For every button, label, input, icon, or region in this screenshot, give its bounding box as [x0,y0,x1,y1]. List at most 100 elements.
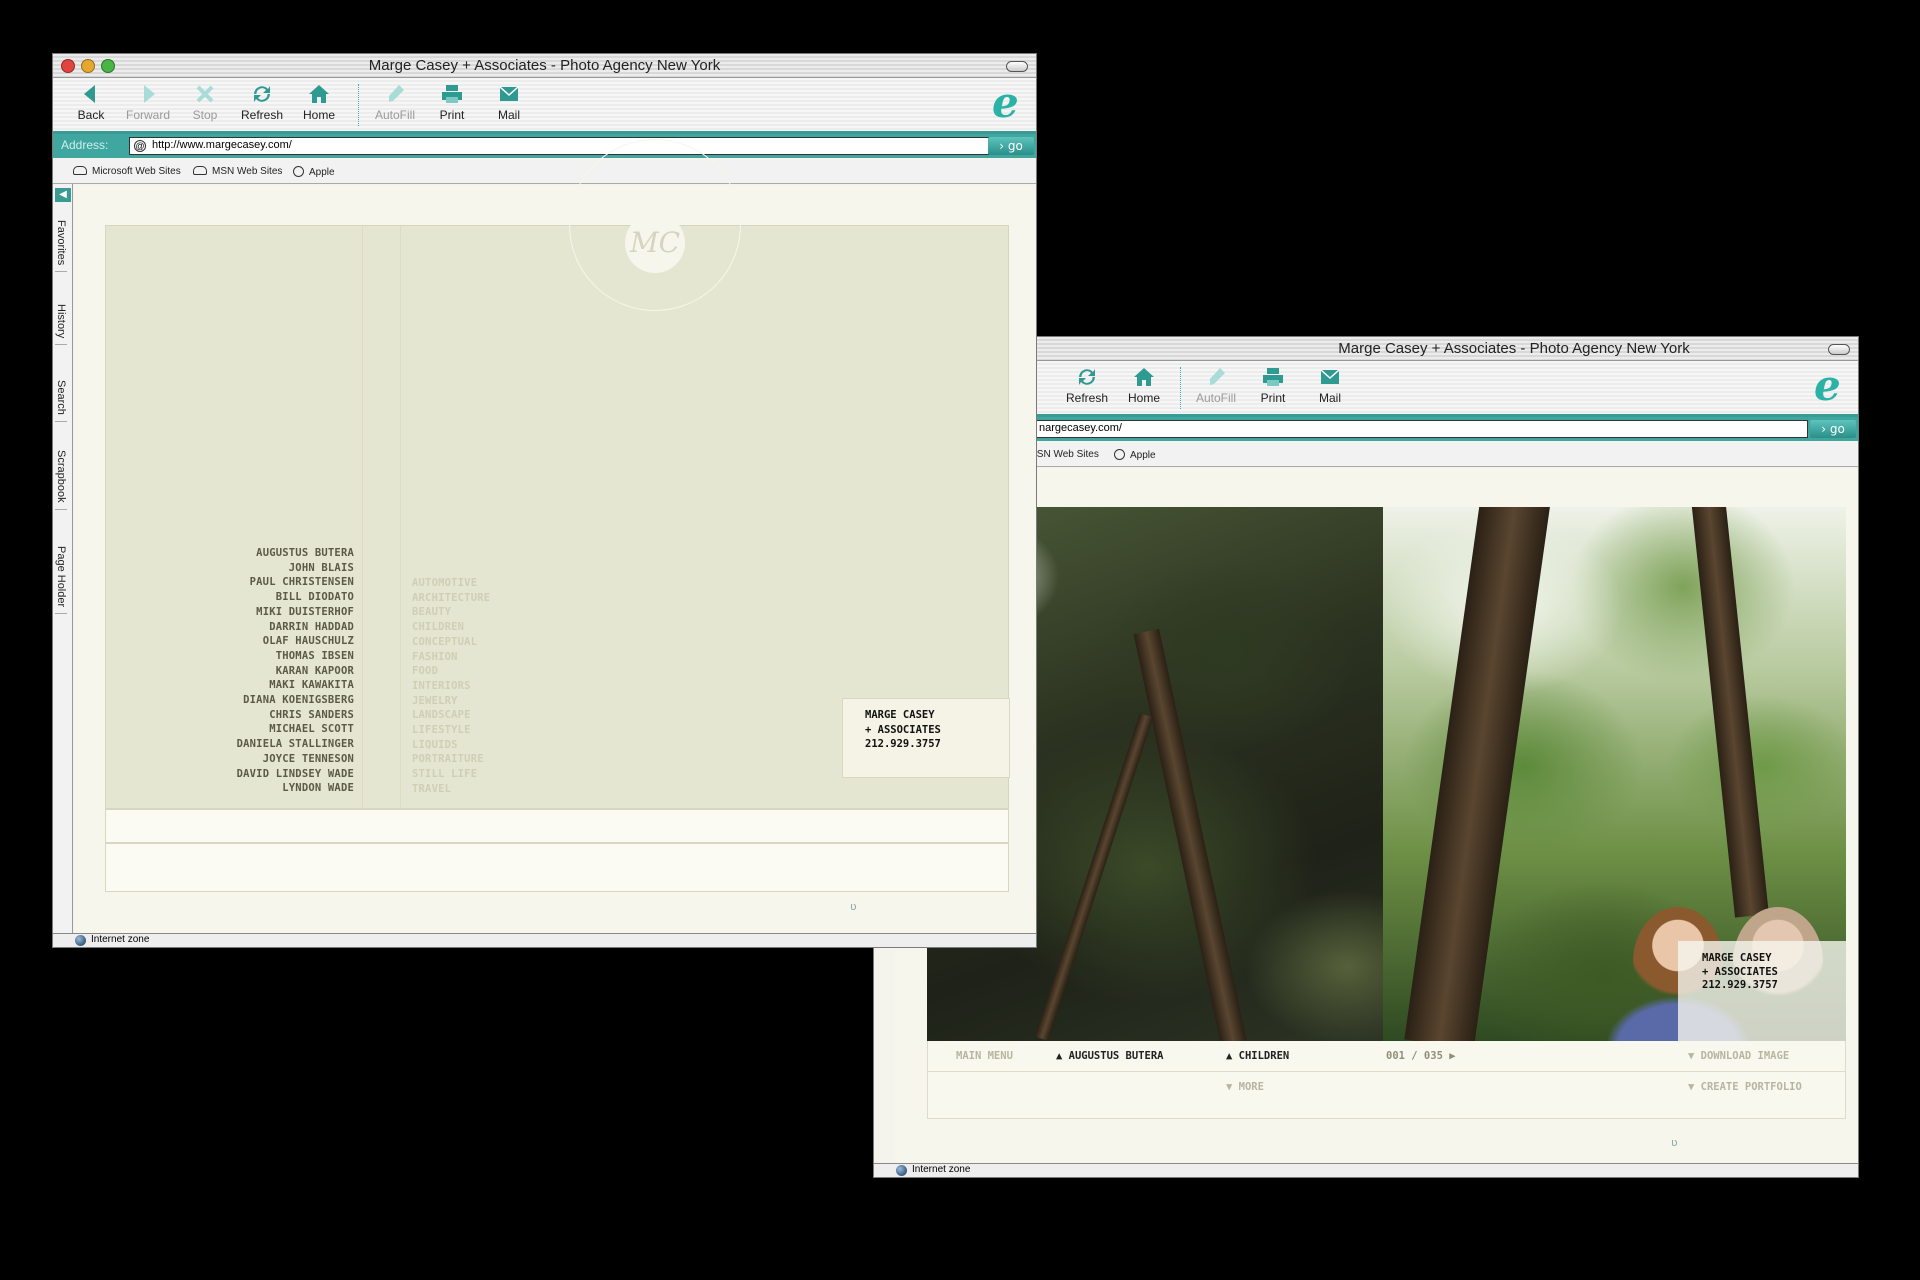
photographer-link[interactable]: DANIELA STALLINGER [196,737,354,752]
gallery-nav: MAIN MENU ▲ AUGUSTUS BUTERA ▲ CHILDREN 0… [927,1041,1846,1119]
photographer-link[interactable]: THOMAS IBSEN [196,649,354,664]
autofill-button[interactable]: AutoFill [367,82,423,122]
autofill-button[interactable]: AutoFill [1188,365,1244,405]
folder-icon [193,166,207,175]
back-button[interactable]: Back [63,82,119,122]
browser-toolbar: Back Forward Stop Refresh Home AutoFill … [53,78,1036,134]
site-footer-row [105,843,1009,892]
photo-contact-card: MARGE CASEY + ASSOCIATES 212.929.3757 [1678,941,1846,1041]
print-button[interactable]: Print [1245,365,1301,405]
gallery-photo[interactable]: MARGE CASEY + ASSOCIATES 212.929.3757 [927,507,1846,1041]
more-link[interactable]: ▼ MORE [1226,1081,1264,1093]
address-input[interactable]: @ http://www.margecasey.com/ [129,137,989,155]
photographer-link[interactable]: JOYCE TENNESON [196,752,354,767]
sidebar-tab-scrapbook[interactable]: Scrapbook [55,450,67,510]
category-link[interactable]: LIFESTYLE [412,723,490,738]
category-link[interactable]: PORTRAITURE [412,752,490,767]
main-menu-link[interactable]: MAIN MENU [956,1050,1013,1062]
window-title: Marge Casey + Associates - Photo Agency … [368,57,721,74]
category-link[interactable]: FOOD [412,664,490,679]
contact-name: MARGE CASEY [1702,952,1772,964]
fav-apple[interactable]: Apple [293,166,335,178]
title-bar[interactable]: Marge Casey + Associates - Photo Agency … [53,54,1036,78]
category-link[interactable]: BEAUTY [412,605,490,620]
photographer-link[interactable]: PAUL CHRISTENSEN [196,575,354,590]
photographer-link[interactable]: BILL DIODATO [196,590,354,605]
mail-button[interactable]: Mail [1302,365,1358,405]
refresh-icon [1079,369,1095,385]
fav-microsoft-web-sites[interactable]: Microsoft Web Sites [73,166,181,177]
photographer-link[interactable]: AUGUSTUS BUTERA [196,546,354,561]
printer-icon [442,85,462,103]
contact-card: MARGE CASEY + ASSOCIATES 212.929.3757 [842,698,1010,778]
photographer-link[interactable]: KARAN KAPOOR [196,664,354,679]
photographer-link[interactable]: JOHN BLAIS [196,561,354,576]
home-button[interactable]: Home [291,82,347,122]
refresh-button[interactable]: Refresh [234,82,290,122]
photographer-link[interactable]: DIANA KOENIGSBERG [196,693,354,708]
sidebar-tab-page-holder[interactable]: Page Holder [55,546,67,615]
marge-casey-logo: MC [625,213,685,273]
sidebar-tab-history[interactable]: History [55,304,67,346]
fav-msn-web-sites[interactable]: MSN Web Sites [193,166,282,177]
category-link[interactable]: CHILDREN [412,620,490,635]
column-divider [400,226,401,808]
photographer-link[interactable]: DAVID LINDSEY WADE [196,767,354,782]
category-link[interactable]: LIQUIDS [412,738,490,753]
home-button[interactable]: Home [1116,365,1172,405]
sidebar-tab-search[interactable]: Search [55,380,67,422]
photographer-link[interactable]: OLAF HAUSCHULZ [196,634,354,649]
address-bar: Address: @ http://www.margecasey.com/ › … [53,134,1036,158]
download-image-link[interactable]: ▼ DOWNLOAD IMAGE [1688,1050,1789,1062]
photographer-link[interactable]: MIKI DUISTERHOF [196,605,354,620]
category-link[interactable]: TRAVEL [412,782,490,797]
photographer-link[interactable]: MAKI KAWAKITA [196,678,354,693]
go-button[interactable]: › go [988,137,1034,155]
tree-trunk [1133,628,1247,1041]
mail-button[interactable]: Mail [481,82,537,122]
refresh-button[interactable]: Refresh [1059,365,1115,405]
status-zone: Internet zone [912,1164,971,1175]
web-content: MC AUGUSTUS BUTERA JOHN BLAIS PAUL CHRIS… [74,139,1036,933]
tree-trunk [1691,507,1769,918]
photographer-selector[interactable]: ▲ AUGUSTUS BUTERA [1056,1050,1163,1062]
sidebar-toggle-icon[interactable]: ◀ [55,188,71,202]
photographer-link[interactable]: CHRIS SANDERS [196,708,354,723]
photographer-link[interactable]: MICHAEL SCOTT [196,722,354,737]
go-button[interactable]: › go [1810,420,1856,438]
column-divider [362,226,363,808]
category-link[interactable]: JEWELRY [412,694,490,709]
fav-apple[interactable]: Apple [1114,449,1156,461]
address-input[interactable]: nargecasey.com/ [1034,420,1808,438]
globe-link-icon [1114,449,1125,460]
globe-icon [75,935,86,946]
stop-button[interactable]: Stop [177,82,233,122]
collapse-button[interactable] [1006,61,1028,72]
globe-link-icon [293,166,304,177]
category-link[interactable]: STILL LIFE [412,767,490,782]
category-link[interactable]: CONCEPTUAL [412,635,490,650]
image-counter[interactable]: 001 / 035 ▶ [1386,1050,1456,1062]
category-link[interactable]: LANDSCAPE [412,708,490,723]
photographer-link[interactable]: LYNDON WADE [196,781,354,796]
address-label: Address: [61,138,109,152]
forward-button[interactable]: Forward [120,82,176,122]
collapse-button[interactable] [1828,344,1850,355]
fav-msn-web-sites[interactable]: ISN Web Sites [1034,449,1099,460]
category-link[interactable]: FASHION [412,650,490,665]
category-link[interactable]: INTERIORS [412,679,490,694]
internet-explorer-logo-icon: e [1814,361,1841,410]
sidebar-tab-favorites[interactable]: Favorites [55,220,67,273]
site-footer-row [105,809,1009,843]
credit-mark-icon: ʋ [1671,1136,1678,1149]
print-button[interactable]: Print [424,82,480,122]
create-portfolio-link[interactable]: ▼ CREATE PORTFOLIO [1688,1081,1802,1093]
toolbar-separator [358,84,359,126]
at-sign-icon: @ [134,140,146,152]
category-link[interactable]: AUTOMOTIVE [412,576,490,591]
browser-window-main: Marge Casey + Associates - Photo Agency … [52,53,1037,948]
category-selector[interactable]: ▲ CHILDREN [1226,1050,1289,1062]
category-link[interactable]: ARCHITECTURE [412,591,490,606]
photographer-link[interactable]: DARRIN HADDAD [196,620,354,635]
home-icon [1134,368,1154,386]
